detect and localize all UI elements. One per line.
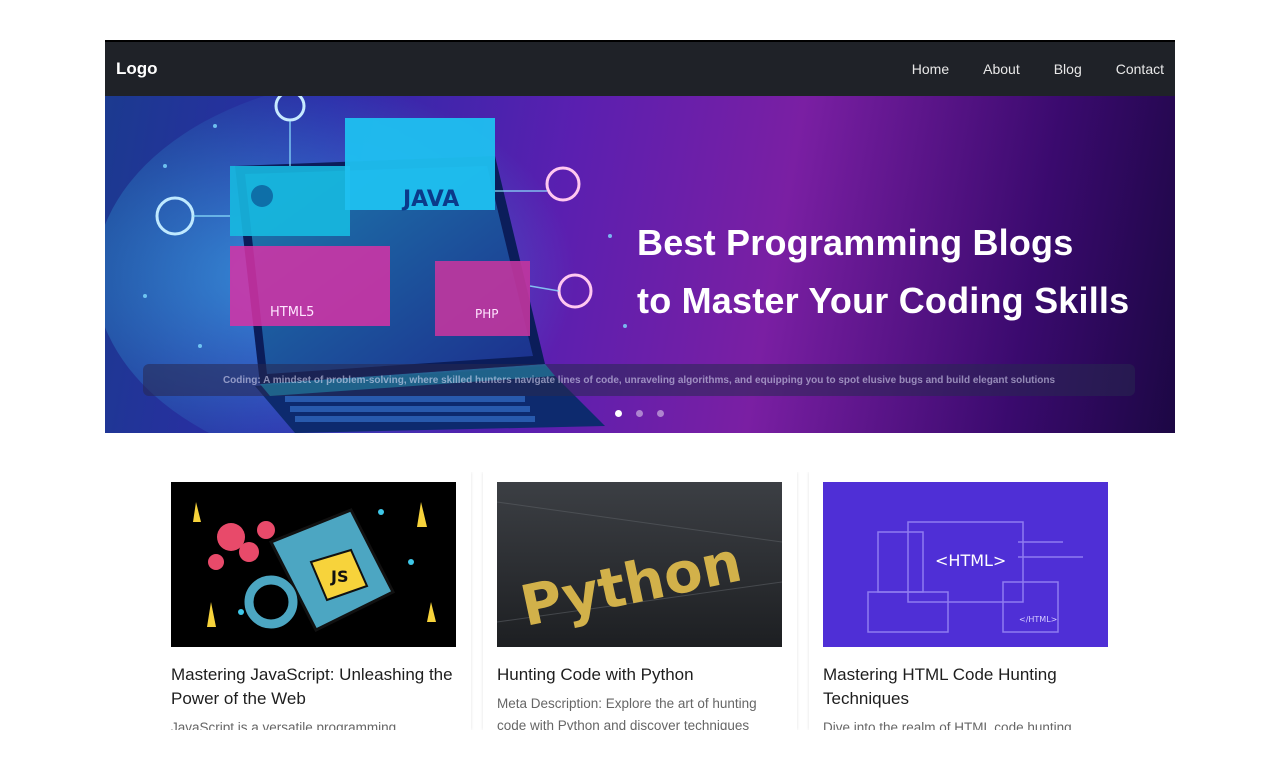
card-description: Meta Description: Explore the art of hun… bbox=[497, 696, 757, 730]
card-description: Dive into the realm of HTML code hunting bbox=[823, 720, 1072, 730]
card-description: JavaScript is a versatile programming bbox=[171, 720, 397, 730]
nav-links: Home About Blog Contact bbox=[878, 61, 1164, 77]
hero-caption: Coding: A mindset of problem-solving, wh… bbox=[222, 374, 1056, 386]
hero-title-line1: Best Programming Blogs bbox=[637, 222, 1074, 263]
blog-card-javascript[interactable]: JS Mastering JavaScript: Unleashing the … bbox=[157, 472, 471, 730]
blog-cards: JS Mastering JavaScript: Unleashing the … bbox=[157, 472, 1123, 730]
nav-about-link[interactable]: About bbox=[983, 61, 1020, 77]
javascript-card-image[interactable]: JS bbox=[171, 482, 456, 647]
html-logo-label: <HTML> bbox=[935, 551, 1006, 570]
blog-card-python[interactable]: Python Hunting Code with Python Meta Des… bbox=[483, 472, 797, 730]
carousel-indicators bbox=[615, 410, 664, 417]
html-card-image[interactable]: <HTML> </HTML> bbox=[823, 482, 1108, 647]
carousel-dot-3[interactable] bbox=[657, 410, 664, 417]
page-frame: Logo Home About Blog Contact JAVA HTML5 … bbox=[105, 40, 1175, 433]
python-card-image[interactable]: Python bbox=[497, 482, 782, 647]
nav-home-link[interactable]: Home bbox=[912, 61, 949, 77]
hero-title: Best Programming Blogs to Master Your Co… bbox=[637, 214, 1129, 330]
hero-carousel: JAVA HTML5 PHP Best Programming Blogs to… bbox=[105, 96, 1175, 433]
card-title[interactable]: Mastering HTML Code Hunting Techniques bbox=[823, 663, 1109, 711]
nav-contact-link[interactable]: Contact bbox=[1116, 61, 1164, 77]
navbar: Logo Home About Blog Contact bbox=[105, 40, 1175, 96]
html5-label: HTML5 bbox=[270, 305, 314, 320]
nav-blog-link[interactable]: Blog bbox=[1054, 61, 1082, 77]
blog-card-html[interactable]: <HTML> </HTML> Mastering HTML Code Hunti… bbox=[809, 472, 1123, 730]
hero-title-line2: to Master Your Coding Skills bbox=[637, 280, 1130, 321]
card-title[interactable]: Mastering JavaScript: Unleashing the Pow… bbox=[171, 663, 457, 711]
html-close-tag-label: </HTML> bbox=[1019, 615, 1057, 624]
python-logo-label: Python bbox=[515, 530, 747, 640]
carousel-dot-1[interactable] bbox=[615, 410, 622, 417]
php-label: PHP bbox=[475, 307, 499, 321]
carousel-dot-2[interactable] bbox=[636, 410, 643, 417]
java-label: JAVA bbox=[401, 187, 459, 212]
hero-caption-bar: Coding: A mindset of problem-solving, wh… bbox=[143, 364, 1135, 396]
card-title[interactable]: Hunting Code with Python bbox=[497, 663, 783, 687]
js-logo-label: JS bbox=[330, 567, 348, 586]
logo[interactable]: Logo bbox=[116, 59, 158, 79]
